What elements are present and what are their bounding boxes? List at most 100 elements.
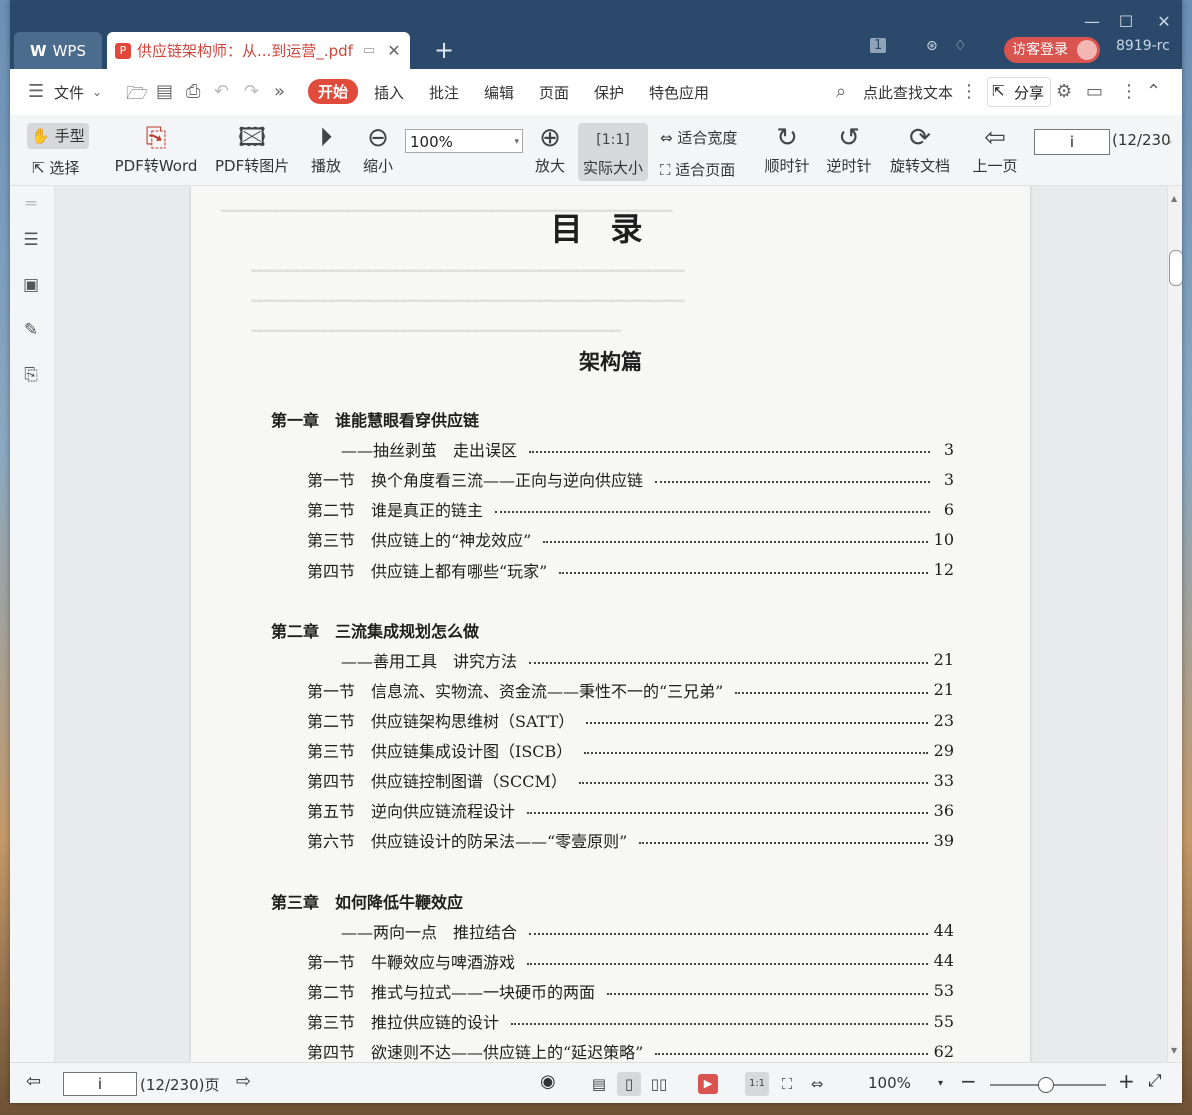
more-vertical-icon[interactable]: ⋮ [960,81,978,102]
toc-entry-title: 第四节 供应链上都有哪些“玩家” [307,561,548,581]
select-tool-button[interactable]: ⇱ 选择 [32,157,79,179]
bookmark-icon[interactable]: ⎘ [21,365,41,385]
maximize-icon[interactable]: ☐ [1116,12,1136,31]
fullscreen-icon[interactable]: ⤢ [1148,1071,1162,1091]
play-slideshow-icon[interactable]: ▶ [698,1074,718,1094]
zoom-plus-icon[interactable]: + [1118,1069,1135,1093]
rotate-document-button[interactable]: ⟳ 旋转文档 [888,121,952,176]
pdf-to-word-icon: ⎘ [145,123,167,153]
toc-entry: 第二节 谁是真正的链主 6 [271,498,954,521]
actual-size-status-icon[interactable]: 1:1 [745,1072,769,1096]
search-icon[interactable]: ⌕ [836,81,846,102]
more-arrows-icon[interactable]: » [274,81,285,102]
comment-icon[interactable]: ▭ [1086,81,1103,102]
tab-annotate[interactable]: 批注 [429,82,459,103]
document-viewport[interactable]: ━━━━━━━━━━━━━━━━━━━━━━━━━━━━━━━━━━━━━━━━… [55,186,1167,1062]
clockwise-label: 顺时针 [764,157,810,175]
settings-icon[interactable]: ⚙ [1056,81,1072,102]
zoom-slider-knob[interactable] [1038,1077,1054,1093]
more-menu-icon[interactable]: ⋮ [1120,81,1138,102]
fit-width-status-icon[interactable]: ⇔ [805,1072,829,1096]
share-button[interactable]: ⇱ 分享 [987,77,1051,107]
fit-width-button[interactable]: ⇔ 适合宽度 [660,127,737,148]
thumbnail-icon[interactable]: ▣ [21,275,41,295]
zoom-out-button[interactable]: ⊖ 缩小 [362,121,394,176]
login-button[interactable]: 访客登录 [1004,37,1100,63]
status-page-input[interactable]: i [63,1072,137,1096]
toc-page-number: 53 [933,981,954,1001]
vertical-scrollbar[interactable]: ▲ ▼ [1167,186,1182,1062]
toc-leader-dots [529,932,928,935]
close-tab-icon[interactable]: ✕ [387,41,400,60]
toc-chapter: 第三章 如何降低牛鞭效应 [271,890,954,912]
rotate-clockwise-button[interactable]: ↻ 顺时针 [762,121,812,176]
zoom-out-label: 缩小 [362,157,393,175]
redo-icon[interactable]: ↷ [244,81,259,102]
tab-document[interactable]: P 供应链架构师：从...到运营_.pdf ▭ ✕ [107,32,410,69]
tab-page[interactable]: 页面 [539,82,569,103]
pdf-to-word-button[interactable]: ⎘ PDF转Word [114,121,198,176]
ribbon-toolbar: ✋ 手型 ⇱ 选择 ⎘ PDF转Word 🖾 PDF转图片 ⏵ 播放 ⊖ 缩小 … [10,115,1182,186]
toc-leader-dots [735,691,928,694]
open-folder-icon[interactable]: 🗁 [126,81,148,111]
tab-document-title: 供应链架构师：从...到运营_.pdf [137,42,353,60]
eye-protection-icon[interactable]: ◉ [540,1071,556,1092]
hamburger-icon[interactable]: ☰ [28,81,44,102]
toc-leader-dots [529,661,928,664]
tab-edit[interactable]: 编辑 [484,82,514,103]
toc-page-number: 10 [933,529,954,549]
toc-entry-title: 第五节 逆向供应链流程设计 [307,802,516,822]
zoom-minus-icon[interactable]: − [960,1069,977,1093]
print-icon[interactable]: ⎙ [186,81,200,102]
add-tab-icon[interactable]: + [434,36,454,64]
rotate-counter-clockwise-button[interactable]: ↺ 逆时针 [824,121,874,176]
pdf-page: ━━━━━━━━━━━━━━━━━━━━━━━━━━━━━━━━━━━━━━━━… [191,186,1030,1062]
undo-icon[interactable]: ↶ [214,81,229,102]
window-count-badge[interactable]: 1 [870,38,887,53]
toolbar-scroll-right-icon[interactable]: › [1168,135,1172,148]
collapse-ribbon-icon[interactable]: ⌃ [1146,81,1161,102]
continuous-view-icon[interactable]: ▤ [587,1072,611,1096]
file-menu[interactable]: 文件 [54,82,84,103]
tab-insert[interactable]: 插入 [374,82,404,103]
toc-entry-title: ——抽丝剥茧 走出误区 [341,441,518,461]
single-page-view-icon[interactable]: ▯ [617,1072,641,1096]
find-text-button[interactable]: 点此查找文本 [863,82,953,103]
toc-page-number: 39 [933,830,954,850]
drag-handle-icon[interactable]: ═ [21,194,41,214]
shirt-icon[interactable]: ♢ [954,38,967,54]
monitor-icon[interactable]: ▭ [363,43,375,58]
close-window-icon[interactable]: ✕ [1154,12,1174,31]
pdf-to-image-button[interactable]: 🖾 PDF转图片 [215,121,289,176]
tab-wps-home[interactable]: W WPS [14,32,102,69]
toc-page-number: 21 [933,680,954,700]
hand-tool-button[interactable]: ✋ 手型 [27,123,89,149]
previous-page-button[interactable]: ⇦ 上一页 [970,121,1020,176]
tab-special-apps[interactable]: 特色应用 [649,82,709,103]
page-number-input[interactable]: i [1034,129,1110,155]
save-icon[interactable]: ▤ [156,81,173,102]
skin-icon[interactable]: ⊛ [926,38,938,54]
fit-page-status-icon[interactable]: ⛶ [775,1072,799,1096]
fit-page-button[interactable]: ⛶ 适合页面 [660,159,735,180]
tab-start[interactable]: 开始 [308,79,359,104]
minimize-icon[interactable]: — [1082,12,1102,31]
next-page-icon[interactable]: ⇨ [236,1071,251,1092]
arrow-left-icon: ⇦ [984,123,1006,153]
zoom-in-button[interactable]: ⊕ 放大 [534,121,566,176]
toc-entry: 第四节 供应链控制图谱（SCCM） 33 [271,769,954,792]
prev-page-icon[interactable]: ⇦ [26,1071,41,1092]
zoom-select[interactable]: 100% ▾ [405,129,523,153]
annotation-icon[interactable]: ✎ [21,320,41,340]
scrollbar-thumb[interactable] [1169,250,1182,286]
zoom-dropdown-icon[interactable]: ▾ [938,1078,943,1089]
status-zoom-value[interactable]: 100% [868,1074,911,1092]
scroll-up-icon[interactable]: ▲ [1171,194,1177,203]
tab-protect[interactable]: 保护 [594,82,624,103]
outline-icon[interactable]: ☰ [21,230,41,250]
actual-size-button[interactable]: [1:1] 实际大小 [578,123,648,181]
chevron-down-icon[interactable]: ⌄ [92,85,102,99]
two-page-view-icon[interactable]: ▯▯ [647,1072,671,1096]
play-button[interactable]: ⏵ 播放 [310,121,342,176]
scroll-down-icon[interactable]: ▼ [1171,1046,1177,1055]
